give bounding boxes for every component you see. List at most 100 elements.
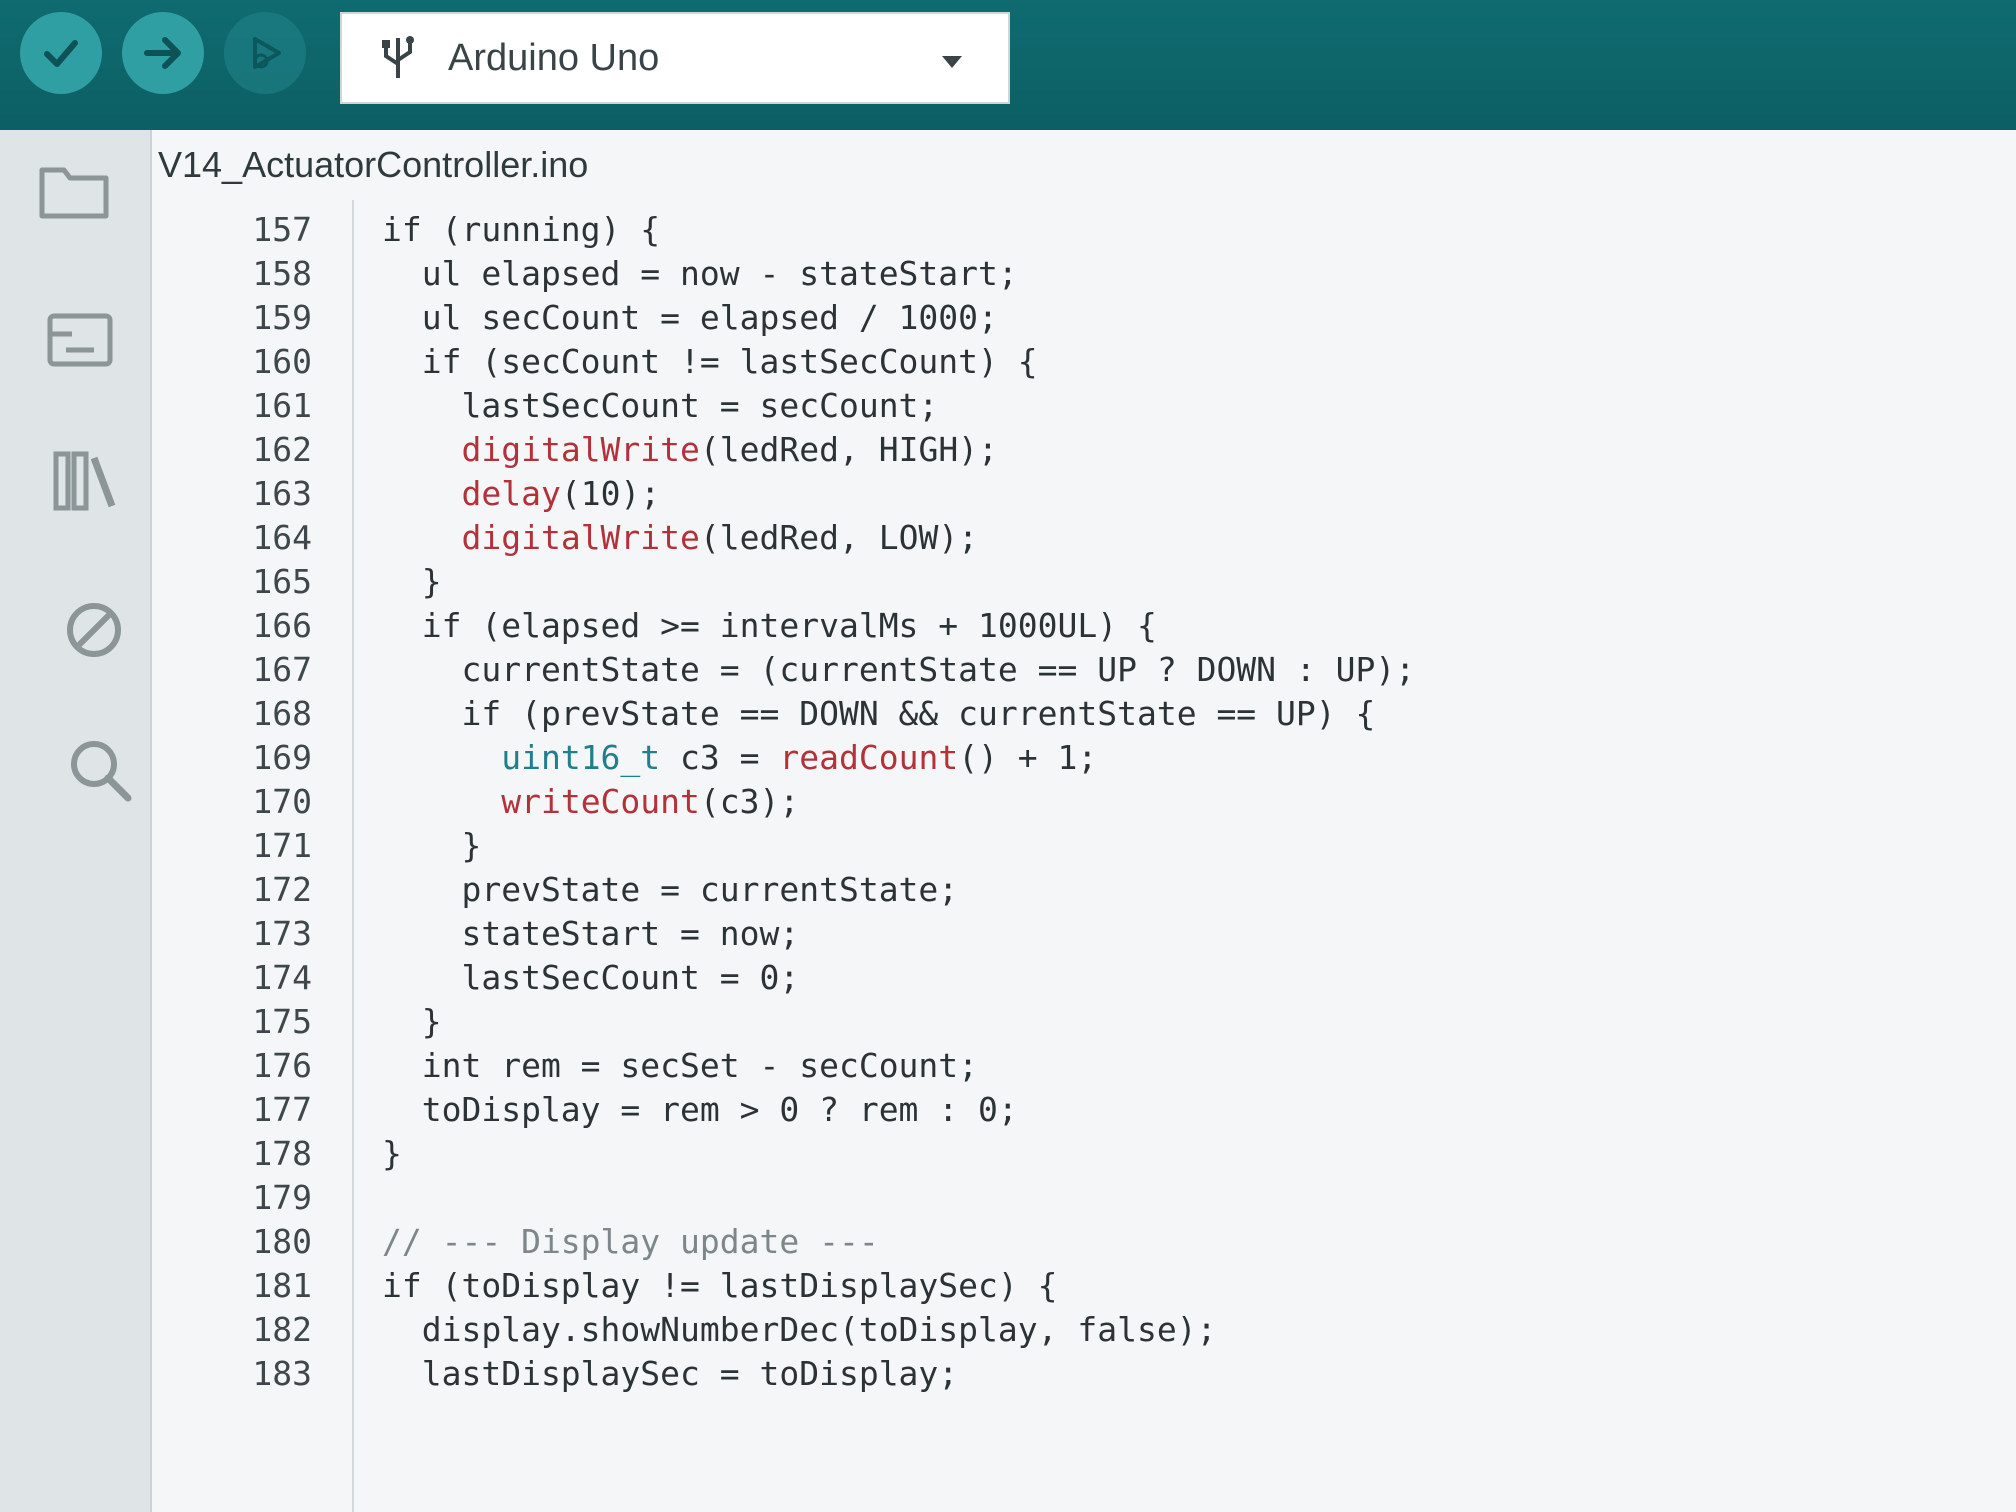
- line-number: 177: [252, 1090, 312, 1129]
- code-line[interactable]: 158 ul elapsed = now - stateStart;: [152, 254, 2016, 298]
- library-manager-button[interactable]: [46, 440, 126, 520]
- code-text: if (toDisplay != lastDisplaySec) {: [382, 1266, 1058, 1305]
- code-line[interactable]: 162 digitalWrite(ledRed, HIGH);: [152, 430, 2016, 474]
- code-text: prevState = currentState;: [382, 870, 959, 909]
- boards-manager-button[interactable]: [40, 300, 120, 380]
- code-line[interactable]: 175 }: [152, 1002, 2016, 1046]
- code-text: if (prevState == DOWN && currentState ==…: [382, 694, 1376, 733]
- code-text: ul secCount = elapsed / 1000;: [382, 298, 998, 337]
- code-text: digitalWrite(ledRed, LOW);: [461, 518, 979, 557]
- code-text: // --- Display update ---: [382, 1222, 879, 1261]
- line-number: 157: [252, 210, 312, 249]
- code-text: digitalWrite(ledRed, HIGH);: [461, 430, 998, 469]
- debug-icon: [253, 37, 281, 69]
- verify-check-icon: [44, 40, 78, 67]
- usb-icon: [382, 36, 414, 78]
- code-line[interactable]: 176 int rem = secSet - secCount;: [152, 1046, 2016, 1090]
- code-line[interactable]: 174 lastSecCount = 0;: [152, 958, 2016, 1002]
- code-text: ul elapsed = now - stateStart;: [382, 254, 1018, 293]
- code-editor: V14_ActuatorController.ino 157 if (runnin…: [152, 130, 2016, 1512]
- code-text: stateStart = now;: [382, 914, 800, 953]
- code-text: if (elapsed >= intervalMs + 1000UL) {: [382, 606, 1157, 645]
- line-number: 180: [252, 1222, 312, 1261]
- line-number: 168: [252, 694, 312, 733]
- code-line[interactable]: 170 writeCount(c3);: [152, 782, 2016, 826]
- line-number: 167: [252, 650, 312, 689]
- code-line[interactable]: 182 display.showNumberDec(toDisplay, fal…: [152, 1310, 2016, 1354]
- line-number: 166: [252, 606, 312, 645]
- code-line[interactable]: 157 if (running) {: [152, 210, 2016, 254]
- line-number: 172: [252, 870, 312, 909]
- code-line[interactable]: 168 if (prevState == DOWN && currentStat…: [152, 694, 2016, 738]
- board-manager-icon: [47, 313, 113, 367]
- code-line[interactable]: 181 if (toDisplay != lastDisplaySec) {: [152, 1266, 2016, 1310]
- activity-sidebar: [0, 130, 152, 1512]
- code-text: lastSecCount = 0;: [382, 958, 800, 997]
- verify-button[interactable]: [20, 12, 102, 94]
- code-text: delay(10);: [461, 474, 661, 513]
- code-text: writeCount(c3);: [501, 782, 800, 821]
- line-number: 175: [252, 1002, 312, 1041]
- line-number: 164: [252, 518, 312, 557]
- code-line[interactable]: 163 delay(10);: [152, 474, 2016, 518]
- sketchbook-button[interactable]: [34, 150, 114, 230]
- line-number: 183: [252, 1354, 312, 1393]
- code-line[interactable]: 166 if (elapsed >= intervalMs + 1000UL) …: [152, 606, 2016, 650]
- code-text: }: [382, 826, 482, 865]
- code-line[interactable]: 159 ul secCount = elapsed / 1000;: [152, 298, 2016, 342]
- code-text: toDisplay = rem > 0 ? rem : 0;: [382, 1090, 1018, 1129]
- code-line[interactable]: 160 if (secCount != lastSecCount) {: [152, 342, 2016, 386]
- search-button[interactable]: [60, 730, 140, 810]
- line-number: 182: [252, 1310, 312, 1349]
- code-text: uint16_t c3 = readCount() + 1;: [501, 738, 1098, 777]
- code-line[interactable]: 165 }: [152, 562, 2016, 606]
- code-line[interactable]: 180 // --- Display update ---: [152, 1222, 2016, 1266]
- line-number: 163: [252, 474, 312, 513]
- line-number: 179: [252, 1178, 312, 1217]
- code-line[interactable]: 161 lastSecCount = secCount;: [152, 386, 2016, 430]
- code-text: display.showNumberDec(toDisplay, false);: [382, 1310, 1217, 1349]
- upload-arrow-icon: [144, 37, 181, 69]
- code-text: lastDisplaySec = toDisplay;: [382, 1354, 959, 1393]
- line-number: 170: [252, 782, 312, 821]
- folder-icon: [39, 167, 109, 219]
- line-number: 171: [252, 826, 312, 865]
- code-line[interactable]: 177 toDisplay = rem > 0 ? rem : 0;: [152, 1090, 2016, 1134]
- line-number: 159: [252, 298, 312, 337]
- line-number: 178: [252, 1134, 312, 1173]
- code-line[interactable]: 179: [152, 1178, 2016, 1222]
- code-text: }: [382, 562, 442, 601]
- file-tab[interactable]: V14_ActuatorController.ino: [158, 144, 588, 186]
- code-line[interactable]: 164 digitalWrite(ledRed, LOW);: [152, 518, 2016, 562]
- board-selector[interactable]: Arduino Uno: [340, 12, 1010, 104]
- code-line[interactable]: 173 stateStart = now;: [152, 914, 2016, 958]
- line-number: 160: [252, 342, 312, 381]
- debug-button[interactable]: [224, 12, 306, 94]
- board-name: Arduino Uno: [448, 36, 660, 79]
- code-line[interactable]: 167 currentState = (currentState == UP ?…: [152, 650, 2016, 694]
- code-text: }: [382, 1134, 402, 1173]
- chevron-down-icon: [942, 56, 962, 68]
- line-number: 158: [252, 254, 312, 293]
- line-number: 176: [252, 1046, 312, 1085]
- line-number: 162: [252, 430, 312, 469]
- line-number: 181: [252, 1266, 312, 1305]
- code-text: if (secCount != lastSecCount) {: [382, 342, 1038, 381]
- toolbar: Arduino Uno: [0, 0, 2016, 130]
- debugger-button[interactable]: [54, 590, 134, 670]
- search-icon: [71, 741, 132, 802]
- code-line[interactable]: 183 lastDisplaySec = toDisplay;: [152, 1354, 2016, 1398]
- code-line[interactable]: 172 prevState = currentState;: [152, 870, 2016, 914]
- code-line[interactable]: 178}: [152, 1134, 2016, 1178]
- code-line[interactable]: 169 uint16_t c3 = readCount() + 1;: [152, 738, 2016, 782]
- line-number: 161: [252, 386, 312, 425]
- code-area[interactable]: 157 if (running) {158 ul elapsed = now - …: [152, 200, 2016, 1512]
- code-text: }: [382, 1002, 442, 1041]
- line-number: 173: [252, 914, 312, 953]
- upload-button[interactable]: [122, 12, 204, 94]
- line-number: 165: [252, 562, 312, 601]
- code-line[interactable]: 171 }: [152, 826, 2016, 870]
- library-icon: [53, 451, 116, 511]
- debug-stop-icon: [67, 603, 121, 657]
- code-text: int rem = secSet - secCount;: [382, 1046, 979, 1085]
